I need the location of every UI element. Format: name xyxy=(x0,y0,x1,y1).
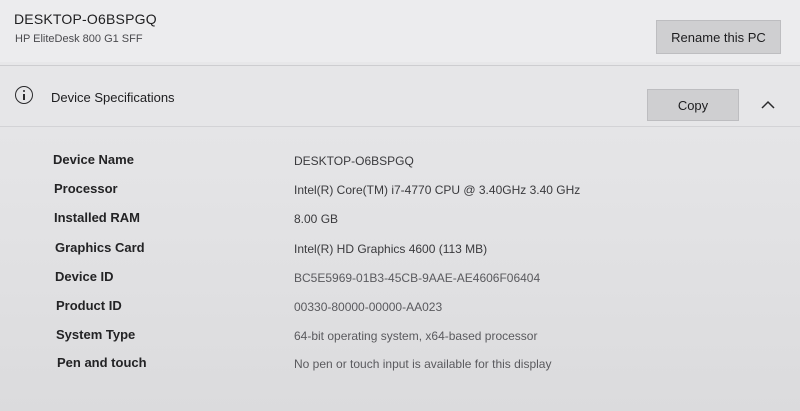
pc-name: DESKTOP-O6BSPGQ xyxy=(14,11,157,27)
spec-row-system-type: System Type 64-bit operating system, x64… xyxy=(0,327,800,351)
spec-row-product-id: Product ID 00330-80000-00000-AA023 xyxy=(0,298,800,322)
chevron-up-icon[interactable] xyxy=(760,100,776,110)
divider xyxy=(0,126,800,127)
spec-label: Product ID xyxy=(56,298,122,313)
copy-button[interactable]: Copy xyxy=(647,89,739,121)
spec-row-device-id: Device ID BC5E5969-01B3-45CB-9AAE-AE4606… xyxy=(0,269,800,293)
spec-label: System Type xyxy=(56,327,136,342)
spec-label: Installed RAM xyxy=(54,210,140,225)
info-icon xyxy=(15,86,33,104)
spec-row-graphics-card: Graphics Card Intel(R) HD Graphics 4600 … xyxy=(0,240,800,264)
spec-row-installed-ram: Installed RAM 8.00 GB xyxy=(0,210,800,234)
spec-row-processor: Processor Intel(R) Core(TM) i7-4770 CPU … xyxy=(0,181,800,205)
spec-label: Processor xyxy=(54,181,118,196)
spec-label: Device ID xyxy=(55,269,114,284)
about-page: DESKTOP-O6BSPGQ HP EliteDesk 800 G1 SFF … xyxy=(0,0,800,411)
spec-label: Pen and touch xyxy=(57,355,147,370)
spec-value: 64-bit operating system, x64-based proce… xyxy=(294,329,538,343)
section-title: Device Specifications xyxy=(51,90,175,105)
device-specifications-header[interactable]: Device Specifications Copy xyxy=(0,66,800,126)
spec-label: Device Name xyxy=(53,152,134,167)
spec-value: No pen or touch input is available for t… xyxy=(294,357,552,371)
spec-value: DESKTOP-O6BSPGQ xyxy=(294,154,414,168)
spec-value: Intel(R) HD Graphics 4600 (113 MB) xyxy=(294,242,488,256)
pc-model: HP EliteDesk 800 G1 SFF xyxy=(15,33,143,45)
spec-label: Graphics Card xyxy=(55,240,145,255)
spec-value: 00330-80000-00000-AA023 xyxy=(294,300,443,314)
spec-row-pen-and-touch: Pen and touch No pen or touch input is a… xyxy=(0,355,800,379)
spec-value: BC5E5969-01B3-45CB-9AAE-AE4606F06404 xyxy=(294,271,541,285)
spec-value: Intel(R) Core(TM) i7-4770 CPU @ 3.40GHz … xyxy=(294,183,581,197)
spec-row-device-name: Device Name DESKTOP-O6BSPGQ xyxy=(0,152,800,176)
spec-value: 8.00 GB xyxy=(294,212,339,226)
rename-pc-button[interactable]: Rename this PC xyxy=(656,20,781,54)
pc-header: DESKTOP-O6BSPGQ HP EliteDesk 800 G1 SFF … xyxy=(0,0,800,62)
